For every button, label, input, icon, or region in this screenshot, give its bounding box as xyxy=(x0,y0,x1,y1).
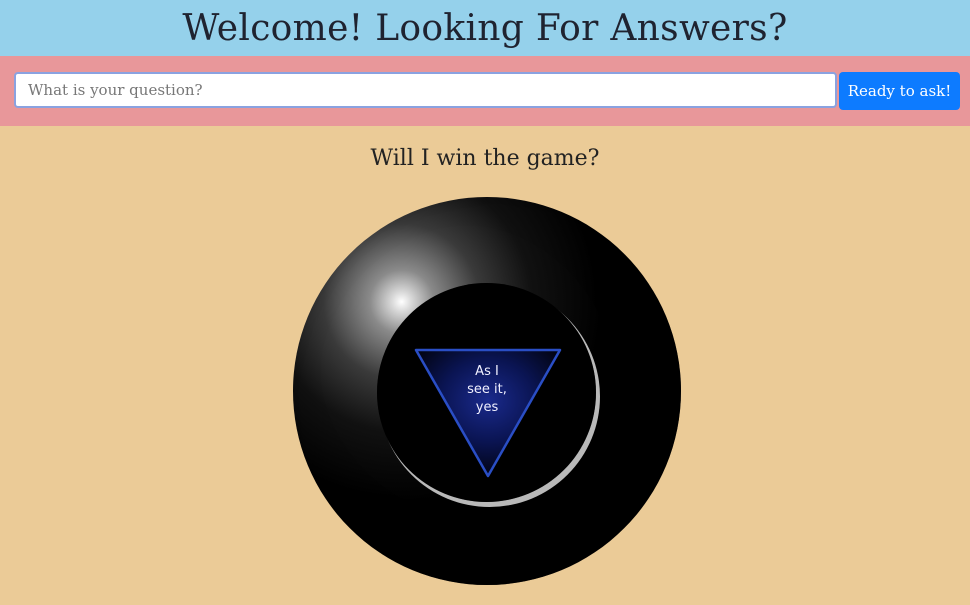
answer-text: As I see it, yes xyxy=(438,363,536,417)
answer-line: yes xyxy=(475,400,499,415)
ask-bar: Ready to ask! xyxy=(0,56,970,126)
answer-line: see it, xyxy=(467,382,507,397)
question-input[interactable] xyxy=(14,72,837,108)
page: Welcome! Looking For Answers? Ready to a… xyxy=(0,0,970,605)
page-title: Welcome! Looking For Answers? xyxy=(182,7,788,49)
question-text: Will I win the game? xyxy=(370,146,600,171)
ready-to-ask-button[interactable]: Ready to ask! xyxy=(839,72,960,110)
answer-line: As I xyxy=(475,364,499,379)
header-bar: Welcome! Looking For Answers? xyxy=(0,0,970,56)
